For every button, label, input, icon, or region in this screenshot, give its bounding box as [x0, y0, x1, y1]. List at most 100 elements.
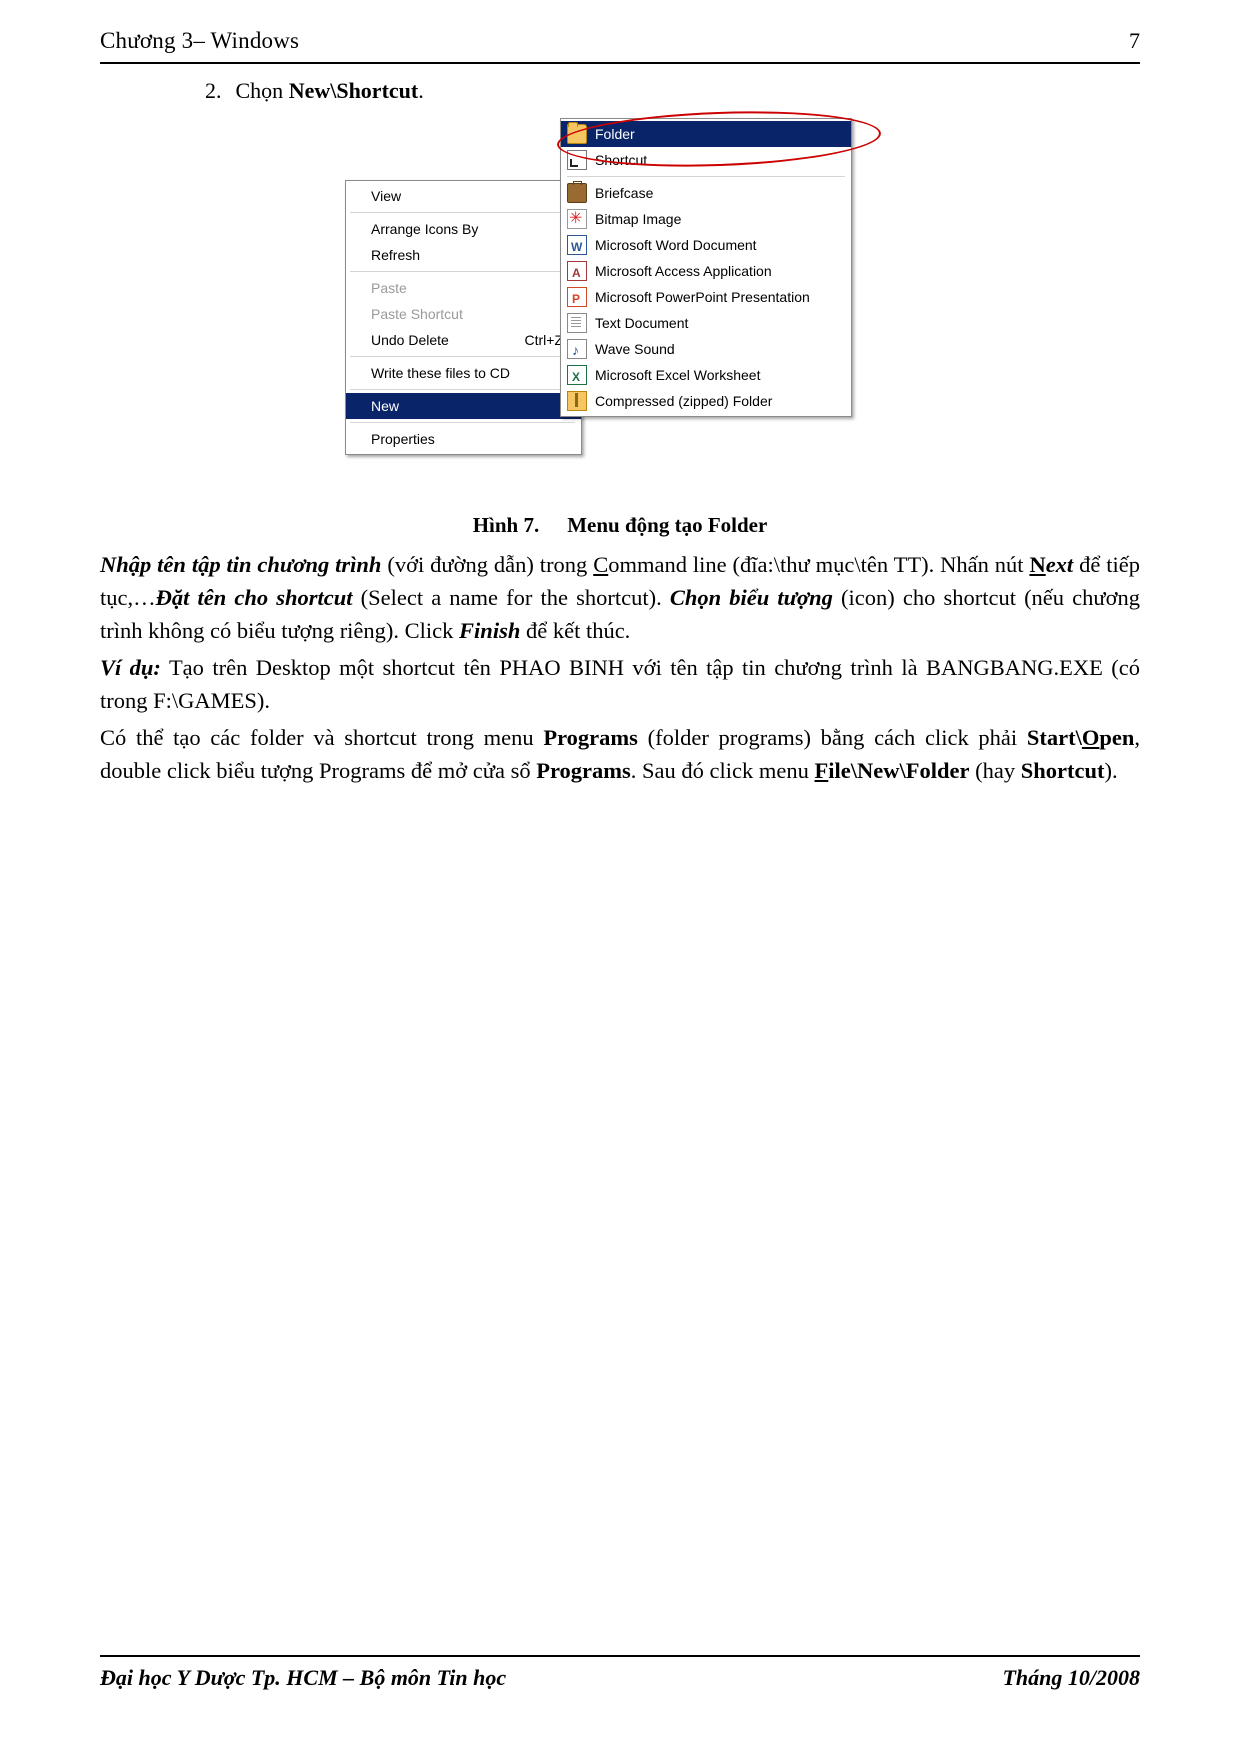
caption-text: Menu động tạo Folder: [567, 513, 768, 537]
step-number: 2.: [205, 78, 222, 103]
menu-item-arrange-icons-by[interactable]: Arrange Icons By: [346, 216, 581, 242]
menu-item-paste-shortcut: Paste Shortcut: [346, 301, 581, 327]
submenu-item-label: Microsoft Word Document: [595, 237, 757, 253]
briefcase-icon: [567, 181, 587, 203]
submenu-item-label: Folder: [595, 126, 635, 142]
footer-divider: [100, 1655, 1140, 1657]
figure-caption: Hình 7. Menu động tạo Folder: [100, 513, 1140, 538]
wave-sound-icon: [567, 337, 587, 363]
p1-s5: N: [1029, 552, 1046, 577]
menu-item-accelerator: Ctrl+Z: [524, 332, 564, 348]
submenu-item-text-document[interactable]: Text Document: [561, 310, 851, 336]
submenu-item-label: Wave Sound: [595, 341, 675, 357]
submenu-item-label: Shortcut: [595, 152, 648, 168]
p3-s9: . Sau đó click menu: [630, 758, 815, 783]
submenu-item-label: Text Document: [595, 315, 689, 331]
header-page-number: 7: [1129, 28, 1140, 53]
word-document-icon: [567, 234, 587, 260]
menu-separator: [350, 356, 575, 357]
menu-item-label: Paste Shortcut: [371, 306, 463, 322]
access-application-icon: [567, 260, 587, 286]
desktop-context-menu[interactable]: View Arrange Icons By Refresh Paste Past…: [345, 180, 582, 455]
menu-item-label: New: [371, 398, 400, 414]
menu-separator: [350, 389, 575, 390]
submenu-item-label: Bitmap Image: [595, 211, 682, 227]
step-text-before: Chọn: [235, 78, 289, 103]
step-bold-text: New\Shortcut: [288, 78, 419, 103]
p3-s13: Shortcut: [1020, 758, 1105, 783]
menu-item-paste: Paste: [346, 275, 581, 301]
p1-s4: ommand line (đĩa:\thư mục\tên TT). Nhấn …: [608, 552, 1030, 577]
submenu-separator: [567, 176, 845, 177]
menu-item-view[interactable]: View: [346, 183, 581, 209]
submenu-item-bitmap-image[interactable]: Bitmap Image: [561, 206, 851, 232]
submenu-item-wave-sound[interactable]: Wave Sound: [561, 336, 851, 363]
zipped-folder-icon: [567, 391, 587, 411]
submenu-item-briefcase[interactable]: Briefcase: [561, 180, 851, 206]
p1-s2: (với đường dẫn) trong: [381, 552, 594, 577]
page-header: Chương 3– Windows 7: [100, 28, 1140, 54]
document-page: Chương 3– Windows 7 2. Chọn New\Shortcut.…: [0, 0, 1240, 1754]
document-body: Nhập tên tập tin chương trình (với đường…: [100, 548, 1140, 791]
p1-s10: Chọn biểu tượng: [669, 585, 833, 610]
footer-right-text: Tháng 10/2008: [1002, 1665, 1140, 1690]
submenu-item-label: Microsoft Access Application: [595, 263, 772, 279]
submenu-item-word-document[interactable]: Microsoft Word Document: [561, 232, 851, 260]
p3-s10: F: [814, 758, 829, 783]
header-chapter-title: Chương 3– Windows: [100, 28, 300, 53]
paragraph-1: Nhập tên tập tin chương trình (với đường…: [100, 548, 1140, 647]
p3-s14: ).: [1104, 758, 1118, 783]
submenu-item-label: Compressed (zipped) Folder: [595, 393, 773, 409]
submenu-item-zipped-folder[interactable]: Compressed (zipped) Folder: [561, 388, 851, 414]
p2-s1: Ví dụ:: [100, 655, 161, 680]
p1-s12: Finish: [459, 618, 521, 643]
p3-s3: (folder programs) bằng cách click phải: [637, 725, 1027, 750]
menu-item-undo-delete[interactable]: Undo Delete Ctrl+Z: [346, 327, 581, 353]
submenu-item-shortcut[interactable]: Shortcut: [561, 147, 851, 173]
figure-screenshot: View Arrange Icons By Refresh Paste Past…: [345, 106, 882, 455]
menu-item-properties[interactable]: Properties: [346, 426, 581, 452]
p1-s9: (Select a name for the shortcut).: [352, 585, 670, 610]
p3-s4: Start\: [1026, 725, 1082, 750]
menu-separator: [350, 212, 575, 213]
submenu-item-powerpoint-presentation[interactable]: Microsoft PowerPoint Presentation: [561, 284, 851, 312]
p1-s6: ext: [1045, 552, 1074, 577]
excel-worksheet-icon: [567, 364, 587, 390]
p2-s2: Tạo trên Desktop một shortcut tên PHAO B…: [100, 655, 1141, 713]
submenu-item-label: Briefcase: [595, 185, 654, 201]
submenu-item-folder[interactable]: Folder: [561, 121, 851, 147]
bitmap-image-icon: [567, 206, 587, 232]
menu-item-label: View: [371, 188, 402, 204]
menu-item-label: Undo Delete: [371, 332, 449, 348]
footer-left-text: Đại học Y Dược Tp. HCM – Bộ môn Tin học: [100, 1665, 507, 1690]
menu-item-new[interactable]: New: [346, 393, 581, 419]
submenu-item-label: Microsoft PowerPoint Presentation: [595, 289, 810, 305]
menu-item-label: Refresh: [371, 247, 421, 263]
text-document-icon: [567, 313, 587, 333]
caption-label: Hình 7.: [472, 513, 540, 537]
menu-item-refresh[interactable]: Refresh: [346, 242, 581, 268]
p1-s1: Nhập tên tập tin chương trình: [100, 552, 382, 577]
new-submenu[interactable]: Folder Shortcut Briefcase Bitmap Image M…: [560, 118, 852, 417]
menu-item-write-these-files-to-cd[interactable]: Write these files to CD: [346, 360, 581, 386]
menu-item-label: Arrange Icons By: [371, 221, 479, 237]
paragraph-3: Có thể tạo các folder và shortcut trong …: [100, 721, 1140, 787]
p3-s1: Có thể tạo các folder và shortcut trong …: [100, 725, 544, 750]
p1-s3: C: [593, 552, 609, 577]
p3-s6: pen: [1099, 725, 1135, 750]
paragraph-2: Ví dụ: Tạo trên Desktop một shortcut tên…: [100, 651, 1140, 717]
p3-s12: (hay: [969, 758, 1021, 783]
step-text-after: .: [418, 78, 424, 103]
menu-item-label: Properties: [371, 431, 435, 447]
submenu-item-access-application[interactable]: Microsoft Access Application: [561, 258, 851, 286]
shortcut-icon: [567, 150, 587, 170]
p3-s5: O: [1081, 725, 1100, 750]
folder-icon: [567, 122, 587, 144]
header-divider: [100, 62, 1140, 64]
p1-s13: để kết thúc.: [520, 618, 631, 643]
submenu-item-excel-worksheet[interactable]: Microsoft Excel Worksheet: [561, 362, 851, 390]
page-footer: Đại học Y Dược Tp. HCM – Bộ môn Tin học …: [100, 1665, 1140, 1691]
menu-separator: [350, 271, 575, 272]
menu-item-label: Paste: [371, 280, 407, 296]
step-line: 2. Chọn New\Shortcut.: [205, 78, 424, 104]
